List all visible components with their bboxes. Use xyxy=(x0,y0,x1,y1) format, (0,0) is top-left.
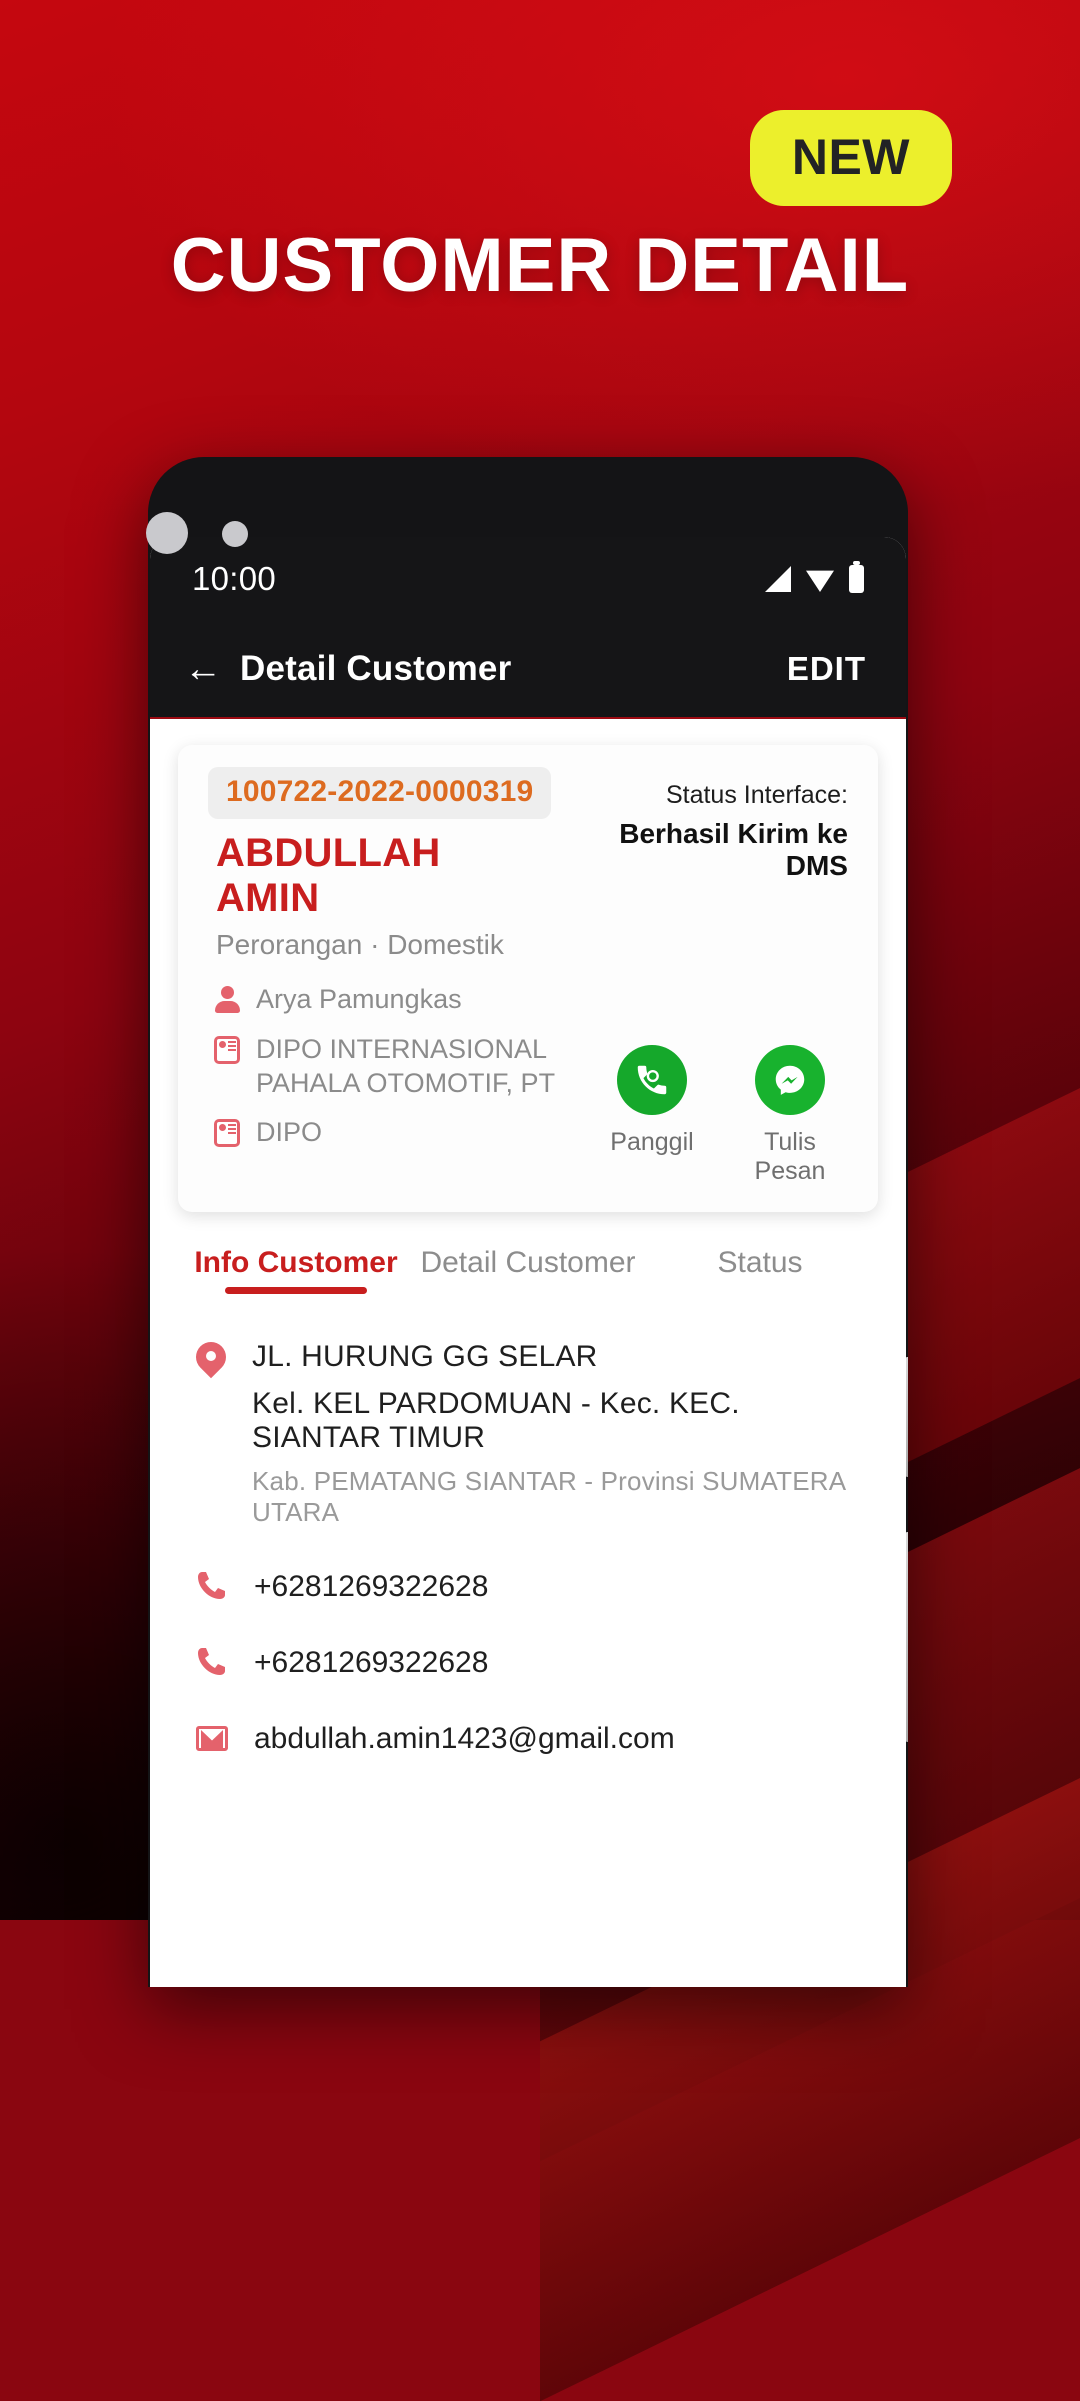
address-body: JL. HURUNG GG SELAR Kel. KEL PARDOMUAN -… xyxy=(252,1340,866,1528)
tab-label: Status xyxy=(717,1246,803,1279)
customer-identity: 100722-2022-0000319 ABDULLAH AMIN Perora… xyxy=(208,767,552,961)
customer-card: 100722-2022-0000319 ABDULLAH AMIN Perora… xyxy=(178,745,878,1212)
email-row[interactable]: abdullah.amin1423@gmail.com xyxy=(196,1720,866,1756)
status-interface: Status Interface: Berhasil Kirim ke DMS xyxy=(551,767,848,961)
messenger-icon[interactable] xyxy=(755,1045,825,1115)
phone-call-icon[interactable] xyxy=(617,1045,687,1115)
id-card-icon xyxy=(214,1119,240,1148)
app-bar: ← Detail Customer EDIT xyxy=(150,621,906,719)
status-bar-clock: 10:00 xyxy=(192,560,277,597)
tab-bar: Info Customer Detail Customer Status xyxy=(150,1246,906,1294)
screen-body: 100722-2022-0000319 ABDULLAH AMIN Perora… xyxy=(150,745,906,1987)
top-bar: 10:00 ← Detail Customer EDIT xyxy=(150,537,906,719)
meta-text: DIPO xyxy=(256,1117,323,1148)
meta-row: Arya Pamungkas xyxy=(214,983,600,1017)
location-pin-icon xyxy=(196,1342,226,1378)
address-district: Kel. KEL PARDOMUAN - Kec. KEC. SIANTAR T… xyxy=(252,1387,740,1454)
wifi-icon xyxy=(806,570,834,592)
phone-row-secondary[interactable]: +6281269322628 xyxy=(196,1644,866,1680)
id-card-icon xyxy=(214,1035,240,1064)
meta-text: Arya Pamungkas xyxy=(256,984,462,1014)
front-camera-sensor xyxy=(222,521,248,547)
customer-actions: Panggil Tulis Pesan xyxy=(600,983,848,1186)
tab-detail-customer[interactable]: Detail Customer xyxy=(412,1246,644,1294)
gmail-icon xyxy=(196,1726,228,1751)
battery-icon xyxy=(849,561,864,593)
phone-row-primary[interactable]: +6281269322628 xyxy=(196,1568,866,1604)
meta-row: DIPO INTERNASIONAL PAHALA OTOMOTIF, PT xyxy=(214,1033,600,1101)
customer-id-badge: 100722-2022-0000319 xyxy=(208,767,552,819)
status-bar: 10:00 xyxy=(150,537,906,621)
status-bar-icons xyxy=(765,561,864,593)
tab-label: Detail Customer xyxy=(420,1246,636,1279)
email-address: abdullah.amin1423@gmail.com xyxy=(254,1722,675,1755)
call-action-label: Panggil xyxy=(610,1128,694,1156)
meta-text: DIPO INTERNASIONAL PAHALA OTOMOTIF, PT xyxy=(256,1033,556,1098)
phone-mockup: 10:00 ← Detail Customer EDIT 100722-2022… xyxy=(148,457,908,1987)
app-bar-left: ← Detail Customer xyxy=(184,649,511,689)
phone-screen: 10:00 ← Detail Customer EDIT 100722-2022… xyxy=(150,537,906,1987)
call-action[interactable]: Panggil xyxy=(600,1045,704,1157)
customer-subtitle: Perorangan · Domestik xyxy=(216,929,504,960)
person-icon xyxy=(214,986,240,1014)
info-customer-panel: JL. HURUNG GG SELAR Kel. KEL PARDOMUAN -… xyxy=(150,1294,906,1756)
phone-icon xyxy=(196,1570,228,1602)
message-action-label: Tulis Pesan xyxy=(754,1128,826,1185)
address-region: Kab. PEMATANG SIANTAR - Provinsi SUMATER… xyxy=(252,1466,845,1527)
signal-icon xyxy=(765,566,791,592)
status-interface-value: Berhasil Kirim ke DMS xyxy=(619,818,848,881)
message-action[interactable]: Tulis Pesan xyxy=(738,1045,842,1186)
customer-meta-list: Arya Pamungkas DIPO INTERNASIONAL PAHALA… xyxy=(208,983,600,1186)
edit-button[interactable]: EDIT xyxy=(787,650,866,688)
app-bar-title: Detail Customer xyxy=(240,649,512,688)
customer-name: ABDULLAH AMIN xyxy=(216,831,441,920)
tab-label: Info Customer xyxy=(194,1246,398,1279)
address-row: JL. HURUNG GG SELAR Kel. KEL PARDOMUAN -… xyxy=(196,1340,866,1528)
front-camera-lens xyxy=(146,512,188,554)
back-arrow-icon[interactable]: ← xyxy=(184,650,222,688)
new-badge: NEW xyxy=(749,110,952,206)
phone-number: +6281269322628 xyxy=(254,1570,489,1603)
customer-card-body: Arya Pamungkas DIPO INTERNASIONAL PAHALA… xyxy=(178,961,878,1186)
phone-number: +6281269322628 xyxy=(254,1646,489,1679)
status-interface-label: Status Interface: xyxy=(665,781,848,809)
customer-card-header: 100722-2022-0000319 ABDULLAH AMIN Perora… xyxy=(178,745,878,961)
phone-icon xyxy=(196,1646,228,1678)
tab-info-customer[interactable]: Info Customer xyxy=(180,1246,412,1294)
meta-row: DIPO xyxy=(214,1116,600,1150)
address-street: JL. HURUNG GG SELAR xyxy=(252,1340,598,1373)
tab-status[interactable]: Status xyxy=(644,1246,876,1294)
page-title: CUSTOMER DETAIL xyxy=(170,223,910,308)
